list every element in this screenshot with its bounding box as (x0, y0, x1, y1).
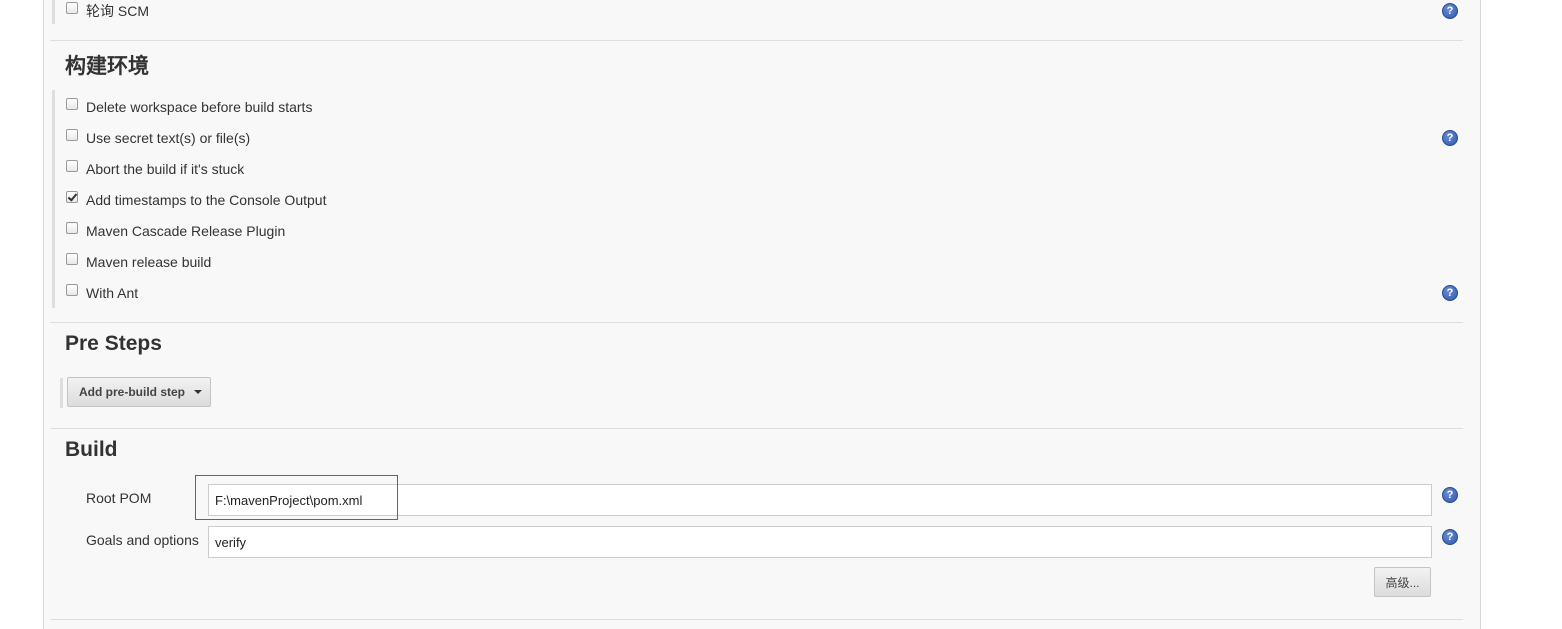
poll-scm-option[interactable]: 轮询 SCM (66, 1, 149, 21)
abort-stuck-checkbox[interactable] (66, 160, 78, 172)
section-left-bar (52, 90, 55, 308)
option-with-ant[interactable]: With Ant (66, 283, 138, 303)
build-title: Build (65, 438, 118, 461)
section-divider (50, 428, 1463, 429)
option-maven-release[interactable]: Maven release build (66, 252, 211, 272)
goals-label: Goals and options (86, 532, 199, 548)
option-label: Maven release build (86, 254, 212, 270)
option-label: Maven Cascade Release Plugin (86, 223, 286, 239)
option-abort-stuck[interactable]: Abort the build if it's stuck (66, 159, 244, 179)
goals-input[interactable] (208, 526, 1432, 558)
job-config-panel: 轮询 SCM ? 构建环境 Delete workspace before bu… (43, 0, 1481, 629)
section-divider (50, 40, 1463, 41)
option-label: Add timestamps to the Console Output (86, 192, 327, 208)
option-label: Delete workspace before build starts (86, 99, 313, 115)
timestamps-checkbox[interactable] (66, 191, 78, 203)
option-timestamps[interactable]: Add timestamps to the Console Output (66, 190, 326, 210)
option-secret-text[interactable]: Use secret text(s) or file(s) (66, 128, 250, 148)
delete-workspace-checkbox[interactable] (66, 98, 78, 110)
section-left-bar (52, 0, 55, 24)
option-delete-workspace[interactable]: Delete workspace before build starts (66, 97, 312, 117)
section-divider (50, 619, 1463, 620)
build-environment-title: 构建环境 (65, 55, 149, 78)
secret-text-checkbox[interactable] (66, 129, 78, 141)
poll-scm-checkbox[interactable] (66, 2, 78, 14)
pre-steps-title: Pre Steps (65, 332, 162, 355)
option-label: With Ant (86, 285, 139, 301)
add-pre-build-step-button[interactable]: Add pre-build step (67, 377, 211, 407)
help-icon[interactable]: ? (1442, 487, 1458, 503)
poll-scm-label: 轮询 SCM (86, 3, 149, 19)
help-icon[interactable]: ? (1442, 3, 1458, 19)
root-pom-input[interactable] (208, 484, 1432, 516)
maven-cascade-checkbox[interactable] (66, 222, 78, 234)
option-label: Use secret text(s) or file(s) (86, 130, 251, 146)
section-left-bar (60, 378, 63, 408)
advanced-button-label: 高级... (1385, 575, 1420, 590)
root-pom-label: Root POM (86, 490, 152, 506)
option-label: Abort the build if it's stuck (86, 161, 245, 177)
with-ant-checkbox[interactable] (66, 284, 78, 296)
help-icon[interactable]: ? (1442, 529, 1458, 545)
help-icon[interactable]: ? (1442, 130, 1458, 146)
option-maven-cascade[interactable]: Maven Cascade Release Plugin (66, 221, 285, 241)
maven-release-checkbox[interactable] (66, 253, 78, 265)
add-pre-build-step-label: Add pre-build step (79, 385, 185, 399)
section-divider (50, 322, 1463, 323)
dropdown-caret-icon (194, 390, 202, 394)
help-icon[interactable]: ? (1442, 285, 1458, 301)
advanced-button[interactable]: 高级... (1374, 567, 1431, 597)
